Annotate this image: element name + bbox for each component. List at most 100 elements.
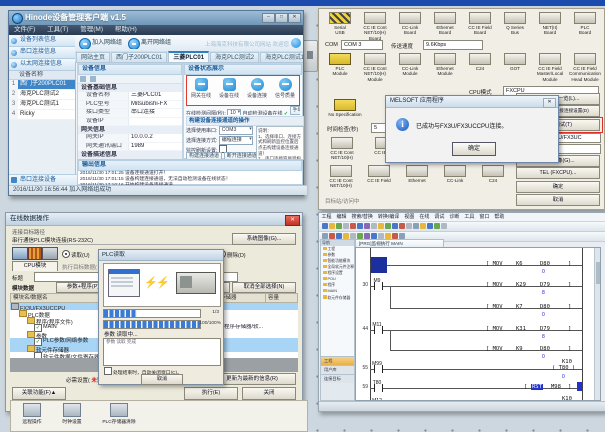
pc-if-q-series-bus[interactable]: Q Series Bus — [498, 12, 532, 36]
coex-ethernet[interactable]: Ethernet — [399, 165, 435, 183]
property-row[interactable]: 设备名称三菱PLC01 — [78, 92, 182, 101]
auto-check-checkbox[interactable]: ✓ — [284, 111, 288, 115]
toolbar-icon[interactable] — [434, 223, 440, 229]
progress-history-list[interactable]: 参数 读取 完成 — [103, 338, 221, 366]
menu-help[interactable]: 帮助 — [492, 214, 507, 220]
operand[interactable]: K31 — [516, 326, 526, 332]
property-group[interactable]: 设备描述信息 — [78, 151, 182, 159]
coex-c24[interactable]: C24 — [475, 165, 511, 183]
project-tree[interactable]: 工程 参数 智能功能模块 全局软元件注释 程序设置 POU 程序 MAIN 软元… — [321, 246, 354, 356]
toolbar-icon[interactable] — [427, 223, 433, 229]
menu-diagnostics[interactable]: 诊断 — [447, 214, 462, 220]
com-port-select[interactable]: COM3 — [219, 126, 253, 135]
device-row[interactable]: 4Ricky — [9, 110, 75, 120]
scrollbar-thumb[interactable] — [596, 262, 600, 284]
instruction[interactable]: MOV — [486, 346, 503, 352]
remote-operation-item[interactable]: 远程操作 — [19, 403, 45, 431]
close-button[interactable]: 关闭 — [242, 387, 296, 400]
menu-file[interactable]: 文件(F) — [9, 26, 40, 33]
toolbar-icon[interactable] — [371, 223, 377, 229]
tab-cpu-module[interactable]: CPU模块 — [12, 261, 58, 271]
menu-project[interactable]: 工程 — [319, 214, 334, 220]
rst-instruction[interactable]: RST — [531, 384, 543, 390]
plc-if-ccie-cont-module[interactable]: CC IE Cont NET/10(H) Module — [358, 53, 392, 82]
instruction[interactable]: MOV — [486, 326, 503, 332]
melsoft-close-button[interactable]: ✕ — [543, 98, 556, 108]
tel-button[interactable]: TEL (FXCPU)... — [516, 167, 600, 179]
nav-button-user-library[interactable]: 用户库 — [321, 365, 354, 374]
no-contact[interactable] — [374, 365, 383, 373]
property-group[interactable]: 设备基础信息 — [78, 84, 182, 92]
sidebar-item-ethernet-info[interactable]: 以太网连接信息 — [9, 59, 75, 71]
no-contact[interactable] — [374, 326, 383, 334]
tab-home[interactable]: 网站主页 — [76, 52, 110, 63]
nav-button-connection[interactable]: 连接目标 — [321, 374, 354, 383]
operand[interactable]: K7 — [516, 304, 523, 310]
melsoft-dialog-title[interactable]: MELSOFT 应用程序 — [386, 96, 558, 108]
toolbar-icon[interactable] — [441, 223, 447, 229]
sidebar-item-device-list[interactable]: 设备列表信息 — [9, 35, 75, 47]
progress-cancel-button[interactable]: 取消 — [141, 374, 183, 385]
toolbar-icon[interactable] — [406, 223, 412, 229]
com-field[interactable]: COM 3 — [341, 40, 383, 50]
melsoft-ok-button[interactable]: 确定 — [452, 142, 496, 156]
toolbar-icon[interactable] — [329, 223, 335, 229]
property-row[interactable]: 网关IP10.0.0.2 — [78, 134, 182, 143]
toolbar-icon[interactable] — [350, 223, 356, 229]
toolbar-icon[interactable] — [420, 223, 426, 229]
plc-if-cclink-module[interactable]: CC-Link Module — [393, 53, 427, 77]
coex-ccie-cont[interactable]: CC IE Cont NET/10(H) — [323, 165, 359, 189]
sort-icon[interactable] — [90, 76, 96, 82]
close-button[interactable]: ✕ — [288, 13, 301, 23]
route-ccie-cont[interactable]: CC IE Cont NET/10(H) — [323, 137, 361, 161]
menu-compile[interactable]: 转换/编译 — [375, 214, 401, 220]
menu-online[interactable]: 在线 — [417, 214, 432, 220]
pc-if-ccie-field-board[interactable]: CC IE Field Board — [463, 12, 497, 36]
system-image-button[interactable]: 系统图像(G)... — [232, 233, 296, 245]
manual-check-button[interactable]: 手动检测设备在线 — [290, 106, 300, 115]
pc-if-net2-board[interactable]: NET(II) Board — [533, 12, 567, 36]
connect-mode-select[interactable]: 编程连接 — [219, 136, 253, 145]
online-close-button[interactable]: ✕ — [285, 215, 300, 226]
operand[interactable]: K6 — [516, 261, 523, 267]
radio-read[interactable]: 读取(U) — [62, 250, 90, 259]
toolbar-icon[interactable] — [378, 223, 384, 229]
tab-siemens[interactable]: 西门子200PLC01 — [111, 52, 167, 63]
tab-haike1[interactable]: 海克PLC测试1 — [260, 52, 303, 63]
ladder-scrollbar[interactable] — [594, 248, 600, 400]
toolbar-icon[interactable] — [413, 223, 419, 229]
toolbar-icon[interactable] — [357, 223, 363, 229]
plc-if-plc-module[interactable]: PLC Module — [323, 53, 357, 77]
menu-edit[interactable]: 编辑 — [334, 214, 349, 220]
instruction[interactable]: MOV — [486, 282, 503, 288]
plc-if-c24[interactable]: C24 — [463, 53, 497, 71]
plc-if-got[interactable]: GOT — [498, 53, 532, 71]
interval-input[interactable]: 10 — [227, 109, 241, 115]
pc-if-serial-usb[interactable]: Serial USB — [323, 12, 357, 36]
pc-if-ethernet-board[interactable]: Ethernet Board — [428, 12, 462, 36]
menu-tool[interactable]: 工具 — [462, 214, 477, 220]
coex-ccie-field[interactable]: CC IE Field — [361, 165, 397, 183]
deselect-all-button[interactable]: 取消全部选择(N) — [232, 282, 296, 293]
nav-button-project[interactable]: 工程 — [321, 356, 354, 365]
instruction[interactable]: MOV — [486, 261, 503, 267]
other-no-specification[interactable]: No Specification — [323, 99, 367, 117]
menu-debug[interactable]: 调试 — [432, 214, 447, 220]
cancel-button[interactable]: 取消 — [516, 194, 600, 206]
speed-field[interactable]: 9.6Kbps — [423, 40, 483, 50]
property-row[interactable]: 接口类型串口连接 — [78, 109, 182, 118]
clock-setting-item[interactable]: 时钟设置 — [59, 403, 85, 431]
pc-if-ccie-cont-board[interactable]: CC IE Cont NET/10(H) Board — [358, 12, 392, 41]
maximize-button[interactable]: □ — [275, 13, 288, 23]
divider-grip[interactable] — [303, 40, 318, 72]
related-functions-button[interactable]: 关联功能(F)▲ — [12, 387, 66, 400]
minimize-button[interactable]: – — [262, 13, 275, 23]
menu-tools[interactable]: 工具(T) — [42, 26, 73, 33]
timer-coil[interactable]: T80 — [552, 365, 575, 371]
operand[interactable]: K9 — [516, 346, 523, 352]
plc-if-ccie-field-head[interactable]: CC IE Field Communication Head Module — [568, 53, 602, 82]
menu-manage[interactable]: 管理(M) — [75, 26, 108, 33]
instruction[interactable]: MOV — [486, 304, 503, 310]
join-network-button[interactable]: 加入网络组 — [78, 37, 125, 49]
operand[interactable]: D80 — [540, 261, 550, 267]
